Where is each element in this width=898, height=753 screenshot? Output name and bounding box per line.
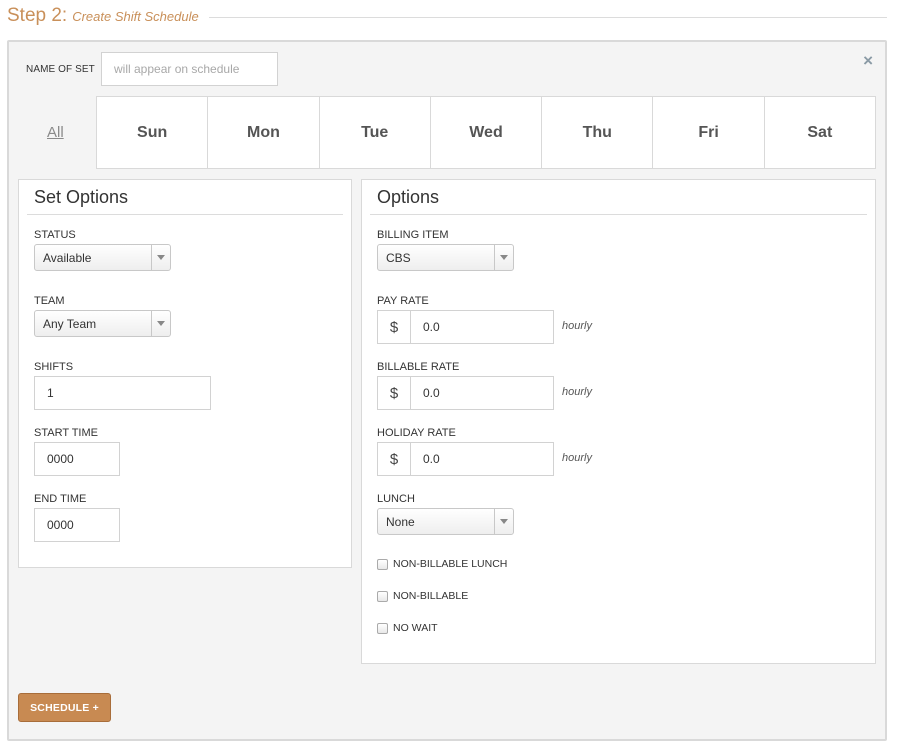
- billable-rate-input[interactable]: 0.0: [411, 376, 554, 410]
- all-days-link[interactable]: All: [47, 124, 64, 141]
- billable-rate-unit: hourly: [562, 386, 592, 398]
- lunch-select[interactable]: None: [377, 508, 514, 535]
- start-time-input[interactable]: 0000: [34, 442, 120, 476]
- divider: [27, 214, 343, 215]
- non-billable-label: NON-BILLABLE: [393, 590, 469, 602]
- pay-rate-input[interactable]: 0.0: [411, 310, 554, 344]
- close-icon[interactable]: ×: [863, 52, 873, 69]
- chevron-down-icon: [494, 245, 513, 270]
- billing-item-select[interactable]: CBS: [377, 244, 514, 271]
- shift-set-panel: × NAME OF SET All Sun Mon Tue Wed Thu Fr…: [7, 40, 887, 741]
- billable-rate-field: $ 0.0: [377, 376, 554, 410]
- billing-item-label: BILLING ITEM: [377, 229, 449, 241]
- set-options-title: Set Options: [34, 187, 129, 207]
- step-header: Step 2: Create Shift Schedule: [7, 3, 887, 29]
- shifts-input[interactable]: 1: [34, 376, 211, 410]
- holiday-rate-unit: hourly: [562, 452, 592, 464]
- day-sat[interactable]: Sat: [763, 97, 875, 168]
- start-time-label: START TIME: [34, 427, 98, 439]
- divider: [370, 214, 867, 215]
- checkbox-icon: [377, 558, 388, 570]
- day-fri[interactable]: Fri: [652, 97, 763, 168]
- lunch-value: None: [386, 514, 415, 529]
- holiday-rate-field: $ 0.0: [377, 442, 554, 476]
- day-wed[interactable]: Wed: [429, 97, 541, 168]
- step-title: Create Shift Schedule: [72, 8, 199, 24]
- day-tue[interactable]: Tue: [318, 97, 430, 168]
- dollar-icon: $: [377, 310, 411, 344]
- start-time-value: 0000: [47, 452, 74, 466]
- end-time-input[interactable]: 0000: [34, 508, 120, 542]
- shifts-label: SHIFTS: [34, 361, 74, 373]
- set-options-box: Set Options STATUS Available TEAM Any Te…: [18, 179, 352, 568]
- day-thu[interactable]: Thu: [541, 97, 652, 168]
- holiday-rate-label: HOLIDAY RATE: [377, 427, 456, 439]
- no-wait-checkbox[interactable]: NO WAIT: [377, 622, 438, 634]
- team-select[interactable]: Any Team: [34, 310, 171, 337]
- non-billable-lunch-checkbox[interactable]: NON-BILLABLE LUNCH: [377, 558, 507, 570]
- checkbox-icon: [377, 622, 388, 634]
- step-divider: [208, 16, 887, 18]
- status-select[interactable]: Available: [34, 244, 171, 271]
- end-time-value: 0000: [47, 518, 74, 532]
- holiday-rate-input[interactable]: 0.0: [411, 442, 554, 476]
- non-billable-checkbox[interactable]: NON-BILLABLE: [377, 590, 468, 602]
- pay-rate-label: PAY RATE: [377, 295, 429, 307]
- chevron-down-icon: [151, 245, 170, 270]
- lunch-label: LUNCH: [377, 493, 415, 505]
- schedule-button[interactable]: SCHEDULE +: [18, 693, 111, 722]
- chevron-down-icon: [151, 311, 170, 336]
- options-box: Options BILLING ITEM CBS PAY RATE $ 0.0 …: [361, 179, 876, 664]
- shifts-value: 1: [47, 386, 54, 400]
- step-number: Step 2:: [7, 5, 68, 26]
- day-selector: Sun Mon Tue Wed Thu Fri Sat: [96, 96, 876, 169]
- name-of-set-label: NAME OF SET: [26, 64, 95, 75]
- checkbox-icon: [377, 590, 388, 602]
- status-label: STATUS: [34, 229, 76, 241]
- dollar-icon: $: [377, 376, 411, 410]
- billable-rate-label: BILLABLE RATE: [377, 361, 460, 373]
- pay-rate-unit: hourly: [562, 320, 592, 332]
- end-time-label: END TIME: [34, 493, 87, 505]
- team-value: Any Team: [43, 316, 97, 331]
- day-mon[interactable]: Mon: [207, 97, 318, 168]
- status-value: Available: [43, 250, 92, 265]
- chevron-down-icon: [494, 509, 513, 534]
- dollar-icon: $: [377, 442, 411, 476]
- non-billable-lunch-label: NON-BILLABLE LUNCH: [393, 558, 508, 570]
- day-sun[interactable]: Sun: [97, 97, 207, 168]
- no-wait-label: NO WAIT: [393, 622, 438, 634]
- billing-item-value: CBS: [386, 250, 411, 265]
- options-title: Options: [377, 187, 440, 207]
- team-label: TEAM: [34, 295, 65, 307]
- name-of-set-input[interactable]: [101, 52, 278, 86]
- pay-rate-field: $ 0.0: [377, 310, 554, 344]
